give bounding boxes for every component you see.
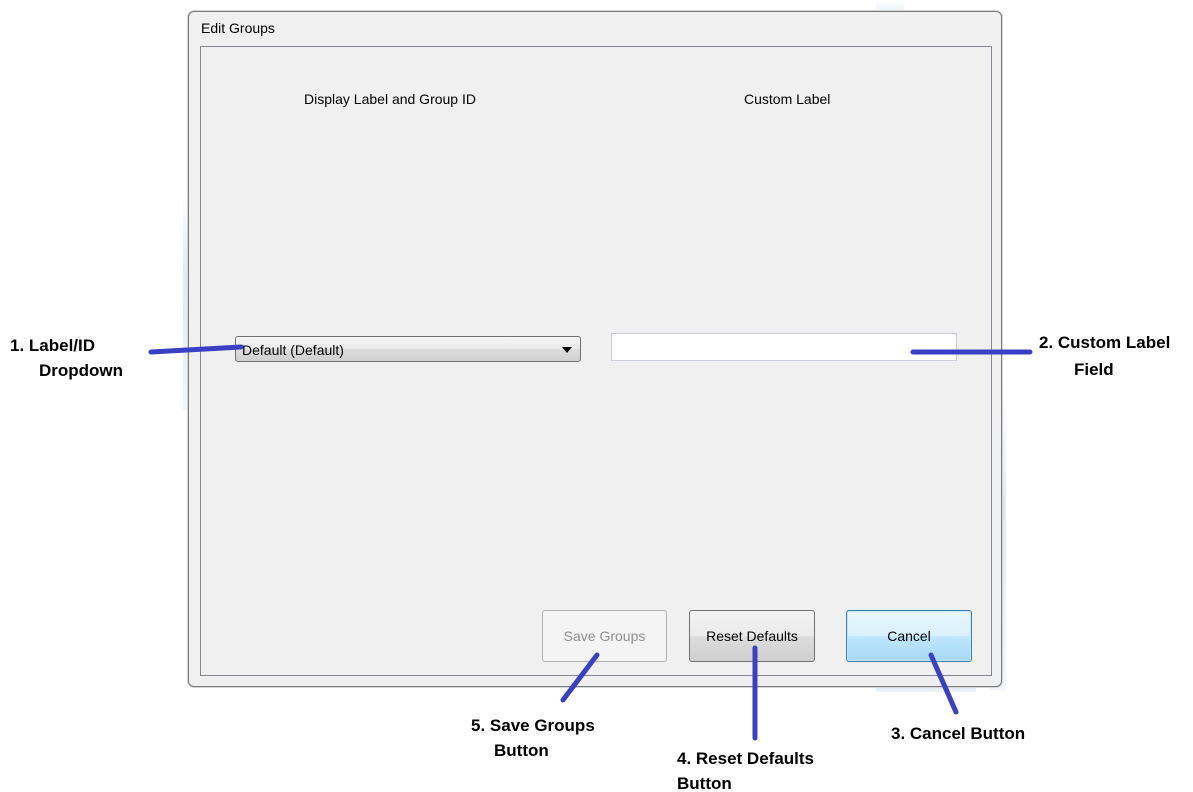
annotation-reset-line1: 4. Reset Defaults [677,749,814,768]
annotation-cancel: 3. Cancel Button [891,724,1026,743]
annotation-reset-line2: Button [677,774,732,792]
custom-label-header: Custom Label [744,91,831,107]
chevron-down-icon[interactable] [562,347,572,353]
window-title: Edit Groups [201,20,275,36]
annotation-dropdown-line1: 1. Label/ID [10,336,96,355]
annotation-custom-label-line2: Field [1074,360,1114,379]
reset-defaults-button[interactable]: Reset Defaults [689,610,815,662]
display-label-header: Display Label and Group ID [304,91,476,107]
annotation-save-line1: 5. Save Groups [471,716,595,735]
dropdown-selected-value: Default (Default) [242,342,344,358]
annotation-save-line2: Button [494,741,549,760]
label-id-dropdown[interactable]: Default (Default) [235,336,581,362]
custom-label-field[interactable] [611,333,957,361]
annotation-dropdown-line2: Dropdown [39,361,124,380]
cancel-button[interactable]: Cancel [846,610,972,662]
save-groups-button[interactable]: Save Groups [542,610,667,662]
annotation-custom-label-line1: 2. Custom Label [1039,333,1171,352]
screenshot-stage: Edit Groups Display Label and Group ID C… [0,0,1193,792]
